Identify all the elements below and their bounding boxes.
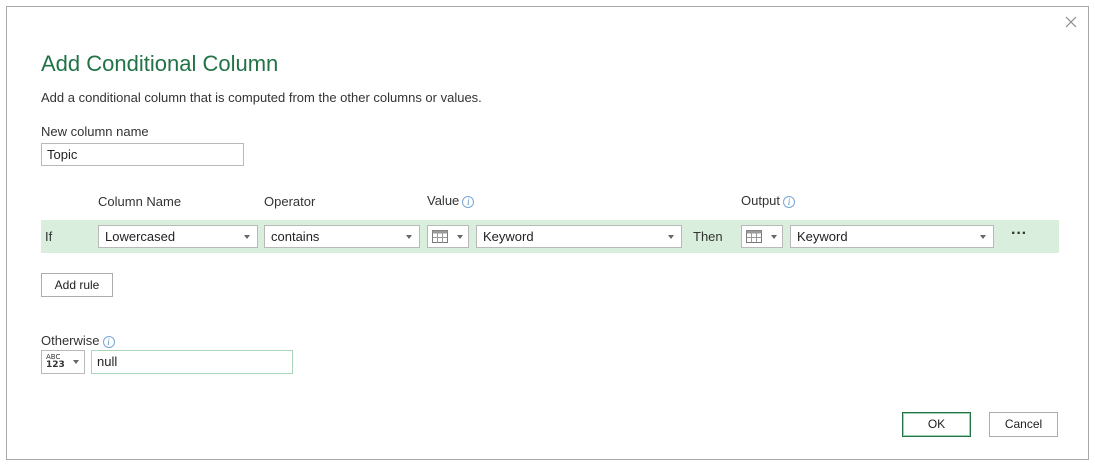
output-header: Output i xyxy=(741,193,796,208)
value-header-label: Value xyxy=(427,193,460,208)
more-options-icon[interactable]: ··· xyxy=(1011,225,1027,243)
close-icon[interactable] xyxy=(1062,13,1080,31)
otherwise-label-group: Otherwise i xyxy=(41,333,115,348)
chevron-down-icon xyxy=(73,360,79,364)
value-header: Value i xyxy=(427,193,475,208)
chevron-down-icon xyxy=(244,235,250,239)
table-icon xyxy=(746,230,762,248)
chevron-down-icon xyxy=(406,235,412,239)
cancel-button[interactable]: Cancel xyxy=(989,412,1058,437)
output-dropdown[interactable]: Keyword xyxy=(790,225,994,248)
info-icon[interactable]: i xyxy=(462,195,475,208)
otherwise-type-button[interactable]: ABC 123 xyxy=(41,350,85,374)
output-type-button[interactable] xyxy=(741,225,783,248)
otherwise-label: Otherwise xyxy=(41,333,100,348)
value-value: Keyword xyxy=(483,229,534,244)
dialog-title: Add Conditional Column xyxy=(41,51,279,76)
chevron-down-icon xyxy=(668,235,674,239)
output-header-label: Output xyxy=(741,193,781,208)
then-label: Then xyxy=(693,229,723,244)
ok-button[interactable]: OK xyxy=(902,412,971,437)
column-name-dropdown[interactable]: Lowercased xyxy=(98,225,258,248)
operator-value: contains xyxy=(271,229,320,244)
chevron-down-icon xyxy=(771,235,777,239)
otherwise-input[interactable]: null xyxy=(91,350,293,374)
table-icon xyxy=(432,230,448,248)
chevron-down-icon xyxy=(980,235,986,239)
column-name-value: Lowercased xyxy=(105,229,176,244)
info-icon[interactable]: i xyxy=(783,195,796,208)
value-dropdown[interactable]: Keyword xyxy=(476,225,682,248)
abc-123-type-icon: ABC 123 xyxy=(46,354,65,370)
value-type-button[interactable] xyxy=(427,225,469,248)
operator-dropdown[interactable]: contains xyxy=(264,225,420,248)
new-column-name-input[interactable]: Topic xyxy=(41,143,244,166)
operator-header: Operator xyxy=(264,194,316,209)
column-name-header: Column Name xyxy=(98,194,182,209)
chevron-down-icon xyxy=(457,235,463,239)
dialog-subtitle: Add a conditional column that is compute… xyxy=(41,90,482,105)
new-column-name-label: New column name xyxy=(41,124,149,139)
add-rule-button[interactable]: Add rule xyxy=(41,273,113,297)
type-text-bottom: 123 xyxy=(46,360,65,370)
rule-row: If Lowercased contains Keyword Then Keyw… xyxy=(41,220,1059,253)
add-conditional-column-dialog: Add Conditional Column Add a conditional… xyxy=(6,6,1089,460)
if-label: If xyxy=(45,229,53,244)
output-value: Keyword xyxy=(797,229,848,244)
info-icon[interactable]: i xyxy=(102,335,115,348)
